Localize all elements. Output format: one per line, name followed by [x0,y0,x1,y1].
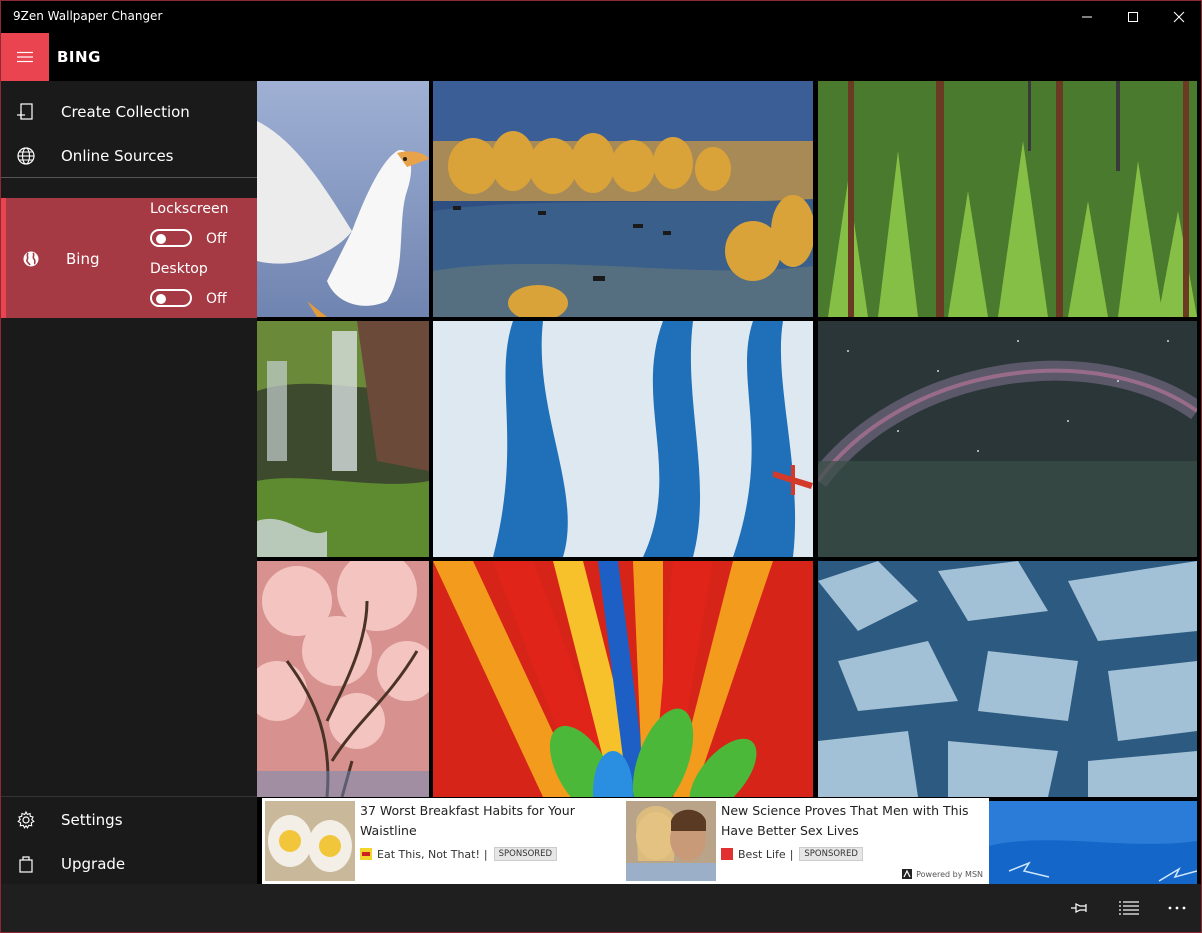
shopping-bag-icon [19,856,33,873]
sidebar-bottom-divider [1,796,257,797]
ad-source: Best Life | SPONSORED [721,847,863,861]
ad-source-separator: | [789,847,794,861]
wallpaper-tile[interactable] [433,321,813,557]
wallpaper-image [257,81,429,317]
wallpaper-tile[interactable] [989,801,1197,884]
wallpaper-tile[interactable] [818,321,1197,557]
toggle-knob [156,294,166,304]
wallpaper-tile[interactable] [257,81,429,317]
nav-label: Online Sources [61,147,174,165]
minimize-button[interactable] [1064,1,1110,33]
nav-online-sources[interactable]: Online Sources [1,134,257,178]
ad-headline: New Science Proves That Men with This Ha… [721,803,969,838]
wallpaper-image [257,561,429,797]
sidebar-divider [1,177,257,178]
toggle-knob [156,234,166,244]
wallpaper-grid [257,81,1201,884]
hamburger-button[interactable] [1,33,49,81]
sponsored-badge: SPONSORED [493,847,558,861]
nav-upgrade[interactable]: Upgrade [1,842,257,886]
sidebar: Create Collection Online Sources Bing Lo… [1,81,257,884]
desktop-state: Off [206,291,227,307]
wallpaper-image [433,321,813,557]
source-label: Bing [66,250,100,268]
wallpaper-image [818,81,1197,317]
close-icon [1173,11,1185,23]
wallpaper-image [818,561,1197,797]
ad-headline: 37 Worst Breakfast Habits for Your Waist… [360,803,575,838]
wallpaper-image [989,801,1197,884]
ad-thumbnail [626,801,716,881]
nav-label: Settings [61,811,123,829]
publisher-logo-icon [721,848,733,860]
nav-create-collection[interactable]: Create Collection [1,90,257,134]
wallpaper-tile[interactable] [818,81,1197,317]
more-icon [1168,906,1186,910]
header: BING [1,33,1201,81]
nav-label: Create Collection [61,103,190,121]
gear-icon [17,810,35,829]
list-view-button[interactable] [1113,892,1145,924]
command-bar [1,884,1201,932]
powered-by: Powered by MSN [902,869,983,879]
globe-icon [23,251,39,267]
list-icon [1119,901,1139,915]
wallpaper-tile[interactable] [257,321,429,557]
maximize-icon [1128,12,1138,22]
desktop-toggle[interactable] [150,289,192,307]
minimize-icon [1082,16,1092,18]
source-item-bing[interactable]: Bing Lockscreen Off Desktop Off [1,198,257,318]
ad-source: Eat This, Not That! | SPONSORED [360,847,558,861]
ad-source-name: Best Life [738,847,786,861]
selection-accent [1,198,6,318]
lockscreen-label: Lockscreen [150,201,229,217]
powered-by-label: Powered by MSN [916,869,983,879]
wallpaper-image [257,321,429,557]
title-bar: 9Zen Wallpaper Changer [1,1,1201,33]
maximize-button[interactable] [1110,1,1156,33]
pin-icon [1071,903,1087,913]
add-collection-icon [17,103,33,120]
app-title: 9Zen Wallpaper Changer [13,9,163,23]
ad-item[interactable]: New Science Proves That Men with This Ha… [623,798,989,884]
hamburger-icon [17,51,33,63]
wallpaper-image [433,81,813,317]
publisher-logo-icon [360,848,372,860]
ad-bar: 37 Worst Breakfast Habits for Your Waist… [262,798,989,884]
ad-source-separator: | [483,847,488,861]
ad-item[interactable]: 37 Worst Breakfast Habits for Your Waist… [262,798,622,884]
ad-thumbnail [265,801,355,881]
desktop-label: Desktop [150,261,208,277]
nav-label: Upgrade [61,855,126,873]
wallpaper-image [433,561,813,797]
pin-button[interactable] [1065,892,1097,924]
wallpaper-tile[interactable] [433,561,813,797]
ad-source-name: Eat This, Not That! [377,847,480,861]
globe-icon [17,147,35,165]
wallpaper-image [818,321,1197,557]
wallpaper-tile[interactable] [257,561,429,797]
wallpaper-tile[interactable] [818,561,1197,797]
lockscreen-state: Off [206,231,227,247]
sponsored-badge: SPONSORED [799,847,863,861]
page-title: BING [57,48,101,66]
msn-logo-icon [902,869,913,879]
close-button[interactable] [1156,1,1201,33]
nav-settings[interactable]: Settings [1,798,257,842]
more-button[interactable] [1161,892,1193,924]
app-window: 9Zen Wallpaper Changer BING Create Colle… [0,0,1202,933]
wallpaper-tile[interactable] [433,81,813,317]
lockscreen-toggle[interactable] [150,229,192,247]
